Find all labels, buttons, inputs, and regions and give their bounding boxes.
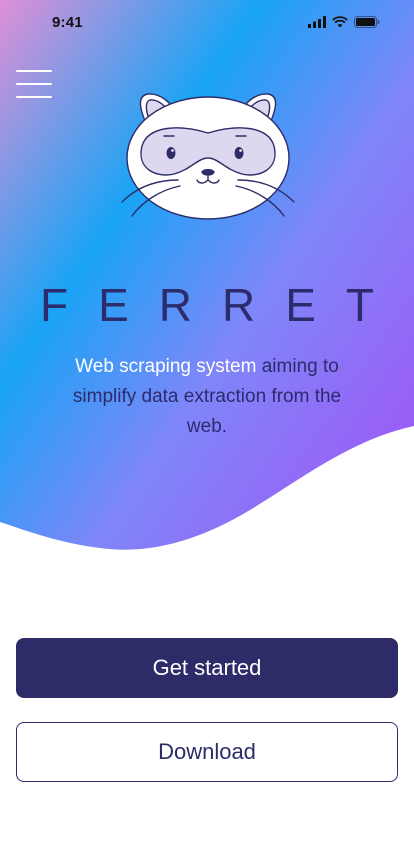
tagline-highlight: Web scraping system <box>75 356 257 377</box>
status-bar: 9:41 <box>0 0 414 44</box>
tagline: Web scraping system aiming to simplify d… <box>57 352 357 442</box>
download-button[interactable]: Download <box>16 722 398 782</box>
menu-line <box>16 83 52 85</box>
status-icons <box>308 16 380 28</box>
hamburger-menu-icon[interactable] <box>16 70 52 98</box>
wifi-icon <box>332 16 348 28</box>
status-time: 9:41 <box>52 13 83 31</box>
cellular-signal-icon <box>308 16 326 28</box>
ferret-logo <box>121 93 295 220</box>
menu-line <box>16 96 52 98</box>
menu-line <box>16 70 52 72</box>
get-started-button[interactable]: Get started <box>16 638 398 698</box>
app-title: FERRET <box>40 279 404 331</box>
battery-icon <box>354 16 380 28</box>
